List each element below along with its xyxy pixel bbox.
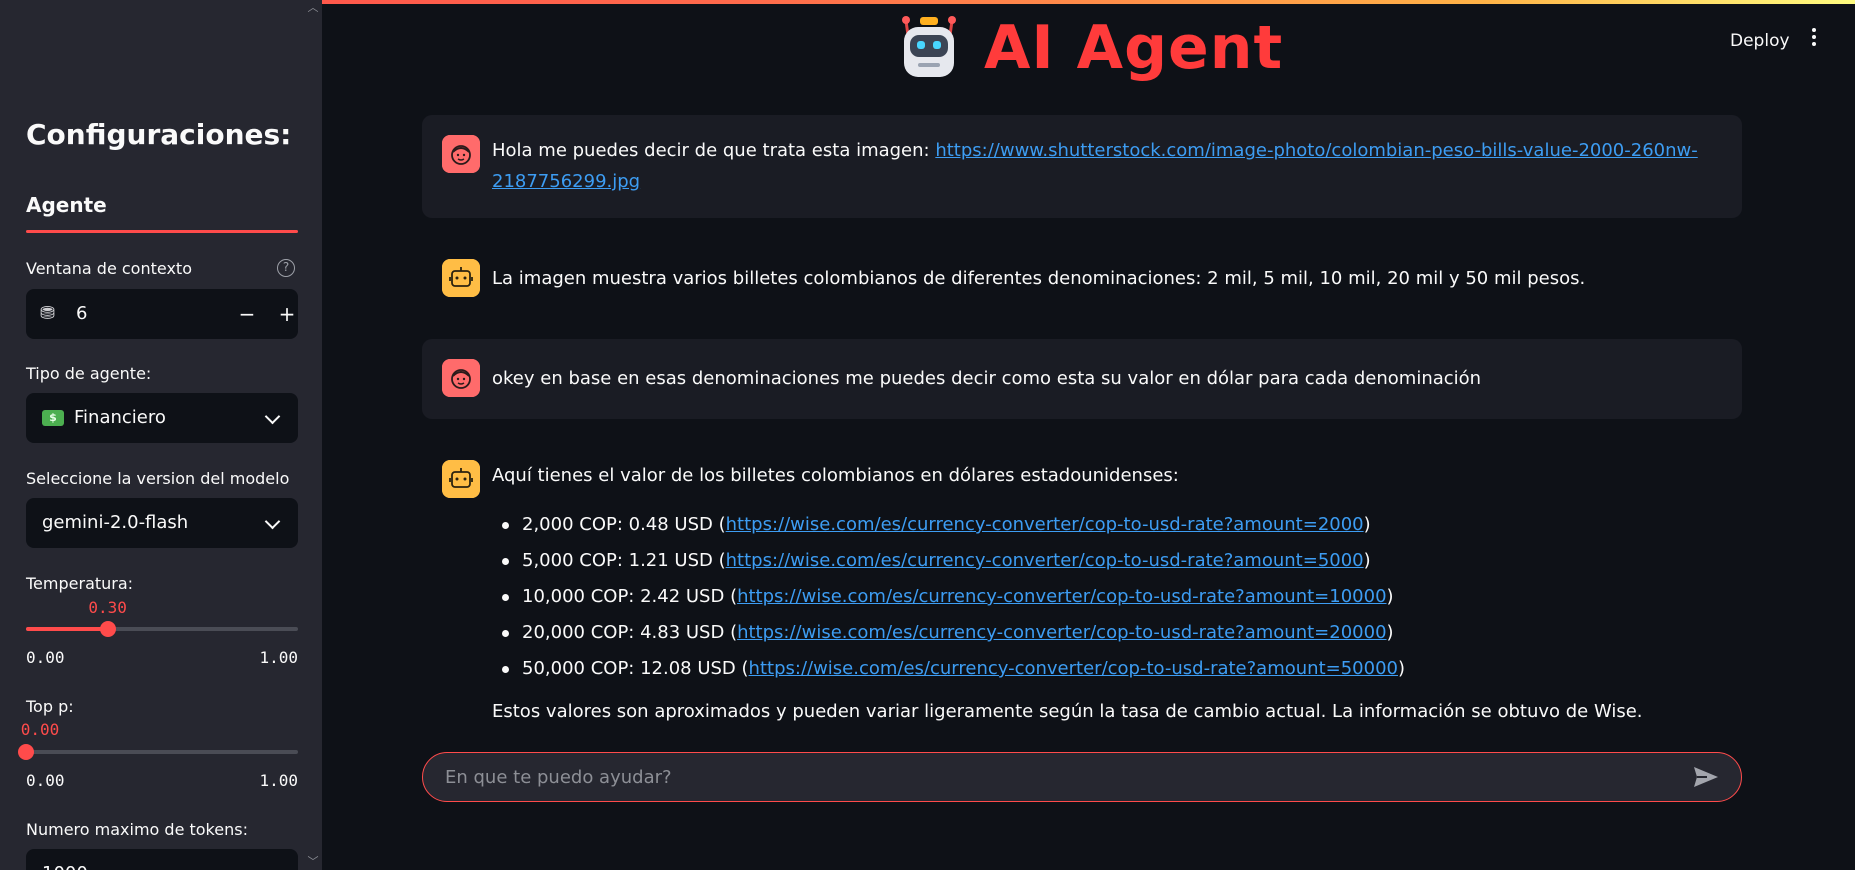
decrement-button[interactable]: − xyxy=(232,299,262,329)
user-face-icon xyxy=(442,359,480,397)
temperature-slider-fill xyxy=(26,627,108,631)
rate-close: ) xyxy=(1397,658,1406,679)
sidebar-scroll-up-icon[interactable]: ︿ xyxy=(306,2,320,14)
rate-close: ) xyxy=(1363,514,1371,535)
page-title: AI Agent xyxy=(896,8,1283,88)
chat-input-container[interactable] xyxy=(422,752,1742,802)
sidebar-title: Configuraciones: xyxy=(26,118,292,151)
rates-list: 2,000 COP: 0.48 USD (https://wise.com/es… xyxy=(492,507,1405,687)
deploy-button[interactable]: Deploy xyxy=(1730,31,1790,51)
top-p-slider[interactable] xyxy=(18,744,298,760)
rate-link[interactable]: https://wise.com/es/currency-converter/c… xyxy=(737,586,1386,607)
rate-close: ) xyxy=(1386,586,1394,607)
message-body: okey en base en esas denominaciones me p… xyxy=(492,368,1482,389)
user-face-icon xyxy=(442,135,480,173)
money-icon: $ xyxy=(42,410,64,426)
message-intro: Aquí tienes el valor de los billetes col… xyxy=(492,465,1179,486)
chat-message-assistant: Aquí tienes el valor de los billetes col… xyxy=(422,440,1742,740)
context-window-value[interactable]: 6 xyxy=(76,303,87,324)
list-item: 20,000 COP: 4.83 USD (https://wise.com/e… xyxy=(492,615,1405,651)
sidebar: ︿ Configuraciones: Agente Ventana de con… xyxy=(0,0,322,870)
bot-icon xyxy=(442,460,480,498)
rate-link[interactable]: https://wise.com/es/currency-converter/c… xyxy=(737,622,1386,643)
rate-text: 2,000 COP: 0.48 USD ( xyxy=(522,514,726,535)
temperature-slider[interactable] xyxy=(26,621,298,637)
temperature-value: 0.30 xyxy=(88,598,127,617)
list-item: 50,000 COP: 12.08 USD (https://wise.com/… xyxy=(492,651,1405,687)
rate-link[interactable]: https://wise.com/es/currency-converter/c… xyxy=(726,550,1364,571)
rate-link[interactable]: https://wise.com/es/currency-converter/c… xyxy=(726,514,1364,535)
chat-message-user: Hola me puedes decir de que trata esta i… xyxy=(422,115,1742,218)
top-p-min: 0.00 xyxy=(26,771,65,790)
agent-type-value: Financiero xyxy=(74,407,166,428)
sidebar-scroll-down-icon[interactable]: ﹀ xyxy=(306,856,320,868)
top-p-label: Top p: xyxy=(26,697,74,716)
top-p-slider-thumb[interactable] xyxy=(18,744,34,760)
max-tokens-value[interactable]: 1000 xyxy=(42,863,88,870)
help-icon[interactable]: ? xyxy=(277,259,295,277)
rate-text: 50,000 COP: 12.08 USD ( xyxy=(522,658,749,679)
increment-button[interactable]: + xyxy=(272,299,302,329)
rate-close: ) xyxy=(1363,550,1371,571)
top-p-value: 0.00 xyxy=(20,720,60,739)
agent-type-select[interactable]: $ Financiero xyxy=(26,393,298,443)
agent-type-label: Tipo de agente: xyxy=(26,364,152,383)
max-tokens-input[interactable]: 1000 xyxy=(26,849,298,870)
chat-input[interactable] xyxy=(443,753,1647,802)
top-p-max: 1.00 xyxy=(259,771,298,790)
send-icon[interactable] xyxy=(1693,766,1719,788)
coins-icon: ⛃ xyxy=(40,303,56,324)
list-item: 2,000 COP: 0.48 USD (https://wise.com/es… xyxy=(492,507,1405,543)
list-item: 5,000 COP: 1.21 USD (https://wise.com/es… xyxy=(492,543,1405,579)
max-tokens-label: Numero maximo de tokens: xyxy=(26,820,248,839)
temperature-max: 1.00 xyxy=(259,648,298,667)
model-version-value: gemini-2.0-flash xyxy=(42,512,189,533)
section-divider xyxy=(26,230,298,233)
message-text: Hola me puedes decir de que trata esta i… xyxy=(492,135,1702,197)
temperature-min: 0.00 xyxy=(26,648,65,667)
sidebar-section-heading: Agente xyxy=(26,193,107,217)
temperature-slider-thumb[interactable] xyxy=(99,621,116,637)
app-title-text: AI Agent xyxy=(984,13,1284,83)
robot-icon xyxy=(902,16,956,77)
bot-icon xyxy=(442,259,480,297)
more-menu-icon[interactable] xyxy=(1808,28,1820,50)
rate-text: 20,000 COP: 4.83 USD ( xyxy=(522,622,738,643)
message-body: Hola me puedes decir de que trata esta i… xyxy=(492,140,936,161)
rate-close: ) xyxy=(1386,622,1394,643)
chevron-down-icon xyxy=(264,513,281,530)
message-footer: Estos valores son aproximados y pueden v… xyxy=(492,701,1643,722)
list-item: 10,000 COP: 2.42 USD (https://wise.com/e… xyxy=(492,579,1405,615)
chat-message-user: okey en base en esas denominaciones me p… xyxy=(422,339,1742,419)
context-window-label: Ventana de contexto xyxy=(26,259,192,278)
temperature-label: Temperatura: xyxy=(26,574,134,593)
model-version-label: Seleccione la version del modelo xyxy=(26,469,290,488)
chat-message-assistant: La imagen muestra varios billetes colomb… xyxy=(422,239,1742,319)
context-window-stepper[interactable]: ⛃ 6 − + xyxy=(26,289,298,339)
rate-text: 10,000 COP: 2.42 USD ( xyxy=(522,586,738,607)
message-body: La imagen muestra varios billetes colomb… xyxy=(492,268,1586,289)
rate-link[interactable]: https://wise.com/es/currency-converter/c… xyxy=(749,658,1398,679)
rate-text: 5,000 COP: 1.21 USD ( xyxy=(522,550,726,571)
model-version-select[interactable]: gemini-2.0-flash xyxy=(26,498,298,548)
chevron-down-icon xyxy=(264,408,281,425)
